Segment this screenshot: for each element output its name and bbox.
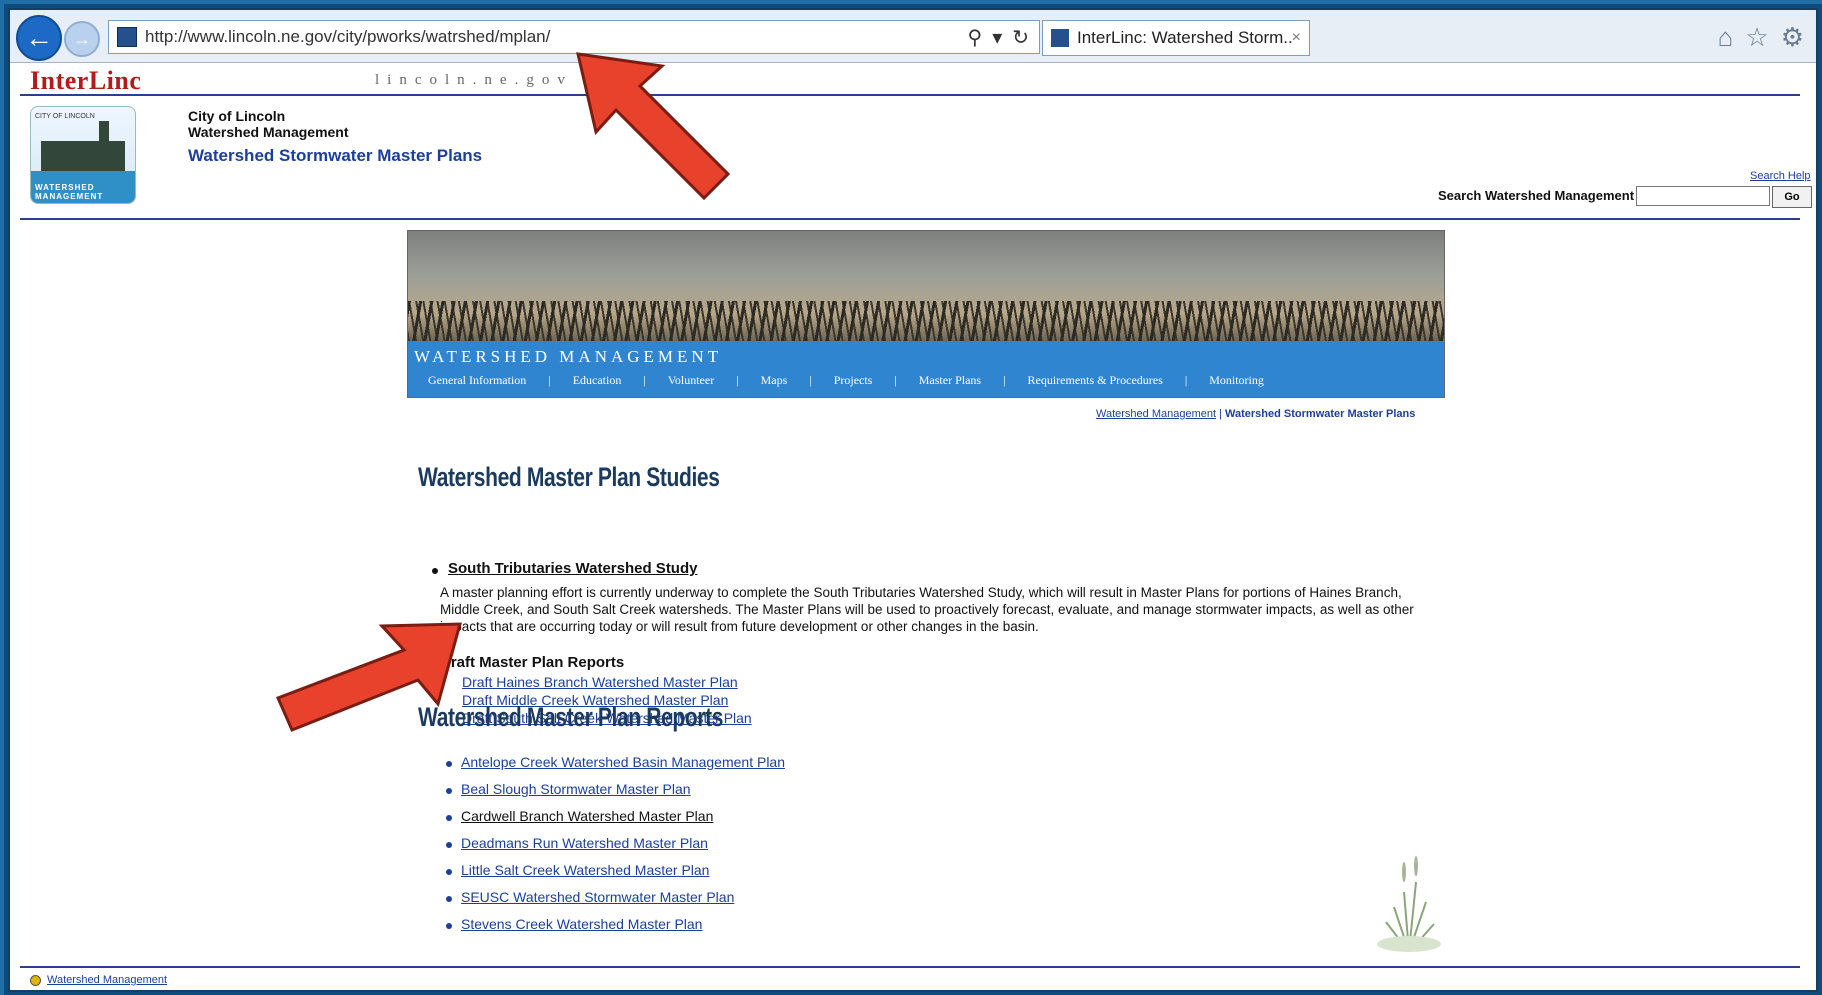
chevron-down-icon[interactable]: ▾: [992, 25, 1002, 50]
red-arrow-annotation-icon: [576, 52, 731, 201]
browser-window: ← → http://www.lincoln.ne.gov/city/pwork…: [8, 8, 1818, 992]
site-domain: lincoln.ne.gov: [375, 72, 573, 88]
search-label: Search Watershed Management: [1438, 188, 1635, 203]
report-link-stevens[interactable]: Stevens Creek Watershed Master Plan: [461, 916, 702, 932]
nav-projects[interactable]: Projects: [834, 373, 873, 388]
go-button[interactable]: Go: [1772, 186, 1812, 208]
draft-link-haines[interactable]: Draft Haines Branch Watershed Master Pla…: [462, 674, 738, 690]
nav-master-plans[interactable]: Master Plans: [919, 373, 981, 388]
bullet-icon: [446, 896, 452, 902]
refresh-icon[interactable]: ↻: [1012, 25, 1029, 50]
report-link-cardwell[interactable]: Cardwell Branch Watershed Master Plan: [461, 808, 713, 824]
banner-title: Watershed Management: [414, 347, 723, 366]
bullet-icon: [446, 761, 452, 767]
report-link-little-salt[interactable]: Little Salt Creek Watershed Master Plan: [461, 862, 709, 878]
header-divider: [20, 218, 1800, 220]
tab-title[interactable]: InterLinc: Watershed Storm...: [1077, 28, 1292, 48]
banner-nav: General Information | Education | Voluntee…: [428, 373, 1264, 388]
study-description: A master planning effort is currently un…: [440, 585, 1414, 634]
page-title: Watershed Stormwater Master Plans: [188, 146, 483, 165]
footer-link[interactable]: Watershed Management: [47, 974, 167, 986]
header-department: Watershed Management: [188, 124, 349, 140]
address-url[interactable]: http://www.lincoln.ne.gov/city/pworks/wa…: [145, 27, 968, 47]
banner-nav-bar: Watershed Management General Information…: [408, 341, 1444, 397]
arrow-left-icon: ←: [25, 22, 53, 53]
site-favicon-icon: [117, 27, 137, 47]
bullet-icon: [432, 568, 438, 574]
footer: Watershed Management: [30, 974, 167, 986]
home-icon[interactable]: ⌂: [1718, 22, 1734, 53]
grass-plant-icon: [1377, 856, 1441, 952]
gear-icon[interactable]: ⚙: [1781, 22, 1804, 53]
bullet-icon: [446, 869, 452, 875]
browser-toolbar: ← → http://www.lincoln.ne.gov/city/pwork…: [10, 10, 1816, 63]
interlinc-logo[interactable]: InterLinc: [30, 66, 141, 96]
report-link-antelope[interactable]: Antelope Creek Watershed Basin Managemen…: [461, 754, 785, 770]
web-page: InterLinc lincoln.ne.gov CITY OF LINCOLN…: [10, 62, 1816, 990]
report-link-deadmans[interactable]: Deadmans Run Watershed Master Plan: [461, 835, 708, 851]
browser-tab[interactable]: InterLinc: Watershed Storm... ×: [1042, 20, 1310, 56]
site-top-bar: InterLinc lincoln.ne.gov: [20, 66, 1800, 96]
breadcrumb: Watershed Management | Watershed Stormwa…: [1096, 408, 1416, 420]
back-button[interactable]: ←: [16, 15, 62, 61]
nav-requirements[interactable]: Requirements & Procedures: [1028, 373, 1163, 388]
logo-bottom-text: WATERSHED MANAGEMENT: [35, 183, 104, 201]
nav-maps[interactable]: Maps: [761, 373, 788, 388]
breadcrumb-current: Watershed Stormwater Master Plans: [1225, 408, 1416, 420]
nav-monitoring[interactable]: Monitoring: [1209, 373, 1264, 388]
bullet-icon: [30, 974, 41, 986]
watershed-logo[interactable]: CITY OF LINCOLN WATERSHED MANAGEMENT: [30, 106, 136, 204]
search-input[interactable]: [1636, 186, 1770, 206]
tab-favicon-icon: [1051, 29, 1069, 47]
nav-general-information[interactable]: General Information: [428, 373, 526, 388]
tab-close-button[interactable]: ×: [1292, 29, 1309, 47]
footer-divider: [20, 966, 1800, 968]
red-arrow-annotation-icon: [275, 622, 462, 732]
south-tributaries-link[interactable]: South Tributaries Watershed Study: [448, 560, 697, 577]
arrow-right-icon: →: [73, 28, 91, 49]
star-icon[interactable]: ☆: [1745, 22, 1768, 53]
report-link-seusc[interactable]: SEUSC Watershed Stormwater Master Plan: [461, 889, 734, 905]
bullet-icon: [446, 923, 452, 929]
logo-top-text: CITY OF LINCOLN: [35, 113, 95, 120]
watershed-banner: Watershed Management General Information…: [407, 230, 1445, 398]
bullet-icon: [446, 815, 452, 821]
search-icon[interactable]: ⚲: [968, 25, 983, 50]
breadcrumb-link[interactable]: Watershed Management: [1096, 408, 1216, 420]
forward-button[interactable]: →: [64, 21, 100, 57]
bullet-icon: [446, 842, 452, 848]
studies-heading: Watershed Master Plan Studies: [418, 462, 720, 492]
header-city: City of Lincoln: [188, 108, 286, 124]
search-help-link[interactable]: Search Help: [1750, 170, 1811, 182]
nav-volunteer[interactable]: Volunteer: [668, 373, 714, 388]
report-link-beal-slough[interactable]: Beal Slough Stormwater Master Plan: [461, 781, 691, 797]
nav-education[interactable]: Education: [573, 373, 622, 388]
bullet-icon: [446, 788, 452, 794]
